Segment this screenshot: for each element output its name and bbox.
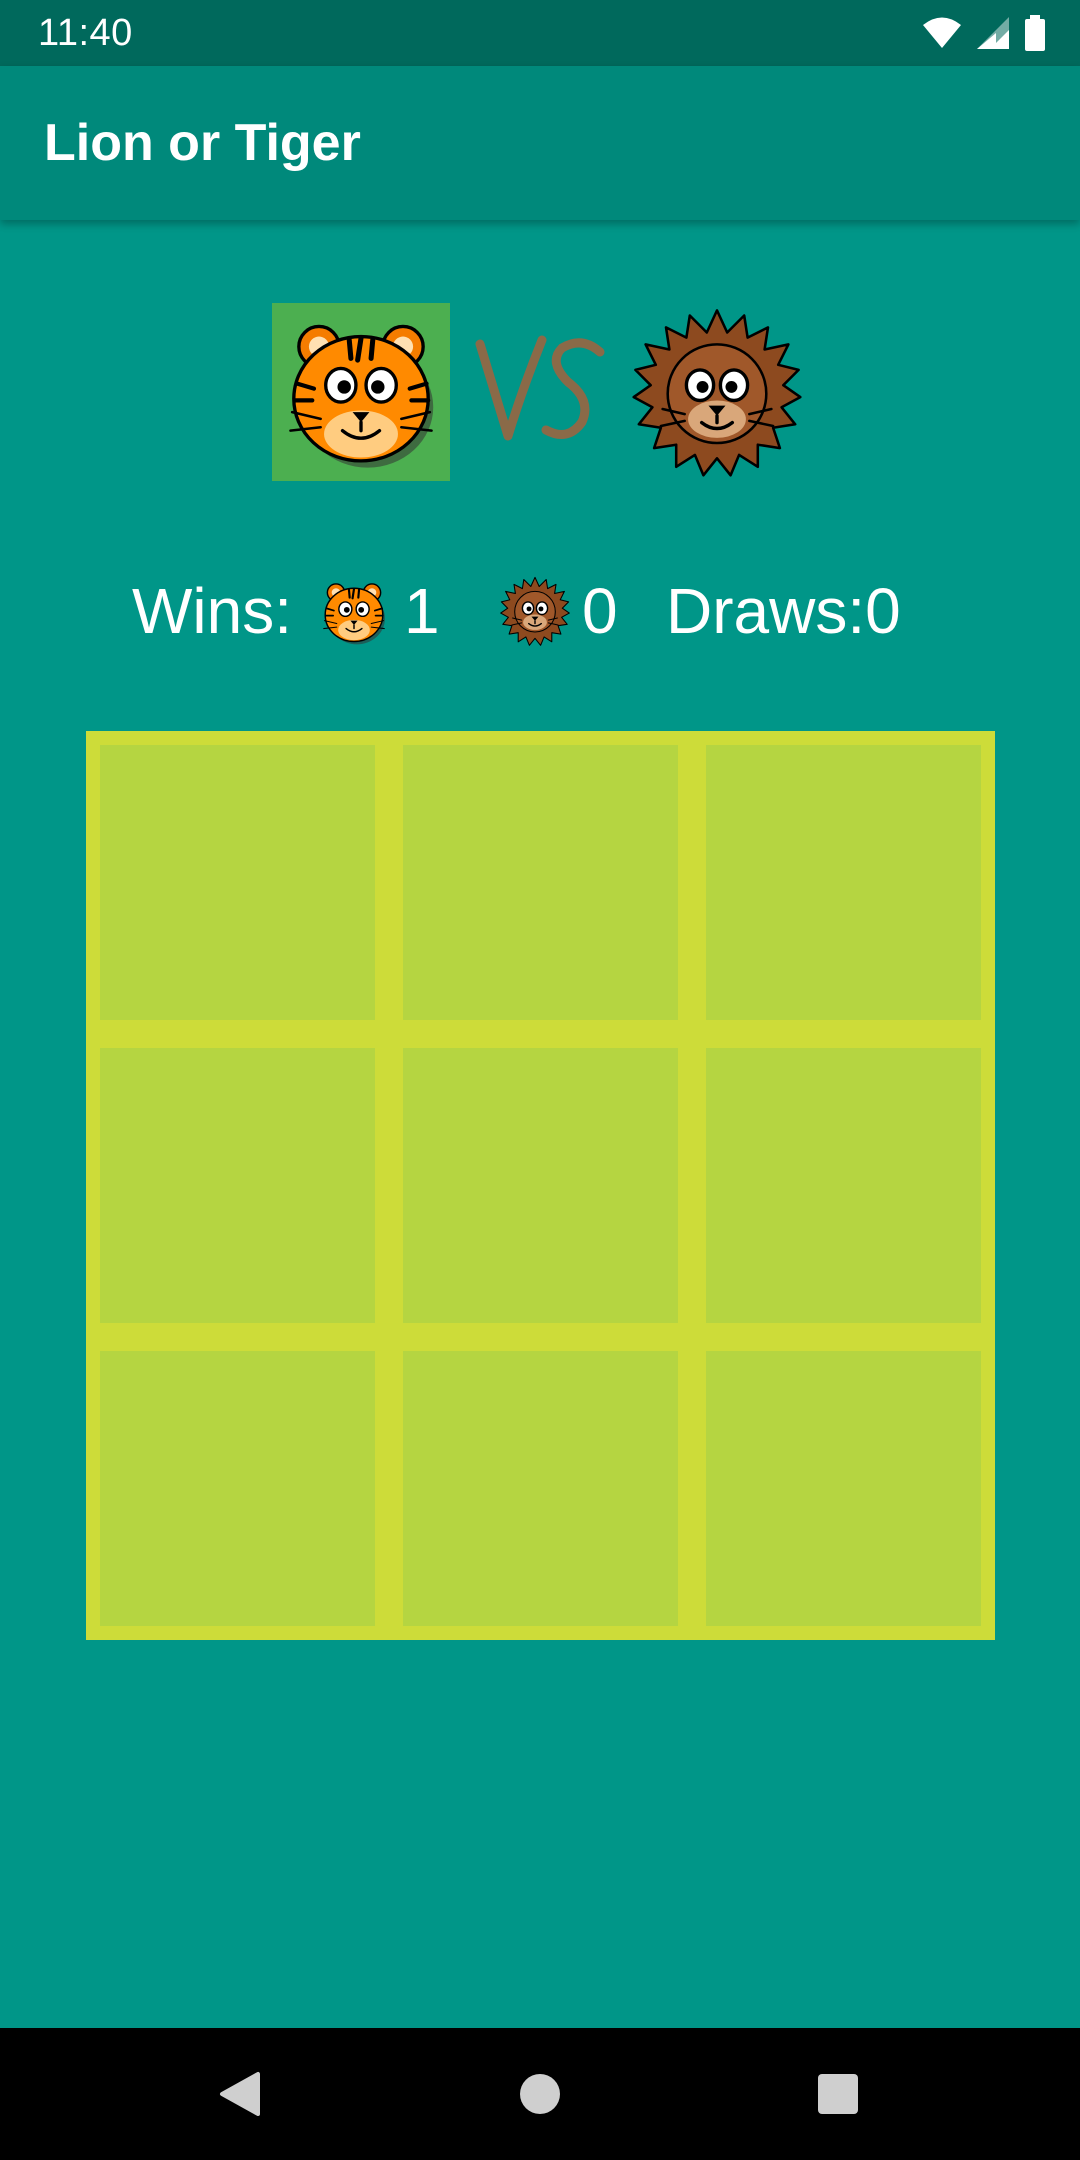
lion-face-icon[interactable] xyxy=(632,307,802,477)
board-cell-6[interactable] xyxy=(706,1048,981,1323)
board-cell-4[interactable] xyxy=(100,1048,375,1323)
nav-bar xyxy=(0,2028,1080,2160)
board-cell-9[interactable] xyxy=(706,1351,981,1626)
lion-wins-count: 0 xyxy=(582,575,618,647)
battery-icon xyxy=(1024,15,1046,51)
board-cell-7[interactable] xyxy=(100,1351,375,1626)
status-bar: 11:40 xyxy=(0,0,1080,66)
board-cell-8[interactable] xyxy=(403,1351,678,1626)
scoreboard: Wins: 1 0 Draws:0 xyxy=(0,568,1080,654)
app-title: Lion or Tiger xyxy=(44,114,361,172)
lion-score-icon xyxy=(500,576,570,646)
cell-signal-icon xyxy=(976,16,1010,50)
tiger-face-icon xyxy=(272,303,450,481)
home-icon xyxy=(520,2074,560,2114)
players-row xyxy=(0,300,1080,484)
recents-button[interactable] xyxy=(778,2028,898,2160)
app-bar: Lion or Tiger xyxy=(0,66,1080,220)
vs-icon xyxy=(475,335,605,441)
tiger-wins-count: 1 xyxy=(404,575,440,647)
back-button[interactable] xyxy=(180,2028,300,2160)
board-cell-1[interactable] xyxy=(100,745,375,1020)
status-time: 11:40 xyxy=(38,12,133,54)
back-icon xyxy=(220,2072,260,2116)
recents-icon xyxy=(818,2074,858,2114)
wifi-icon xyxy=(922,16,962,50)
game-board xyxy=(86,731,995,1640)
draws-count: Draws:0 xyxy=(666,575,901,647)
home-button[interactable] xyxy=(480,2028,600,2160)
board-cell-5[interactable] xyxy=(403,1048,678,1323)
status-icons xyxy=(922,14,1046,52)
player-tiger-active[interactable] xyxy=(272,303,450,481)
board-cell-3[interactable] xyxy=(706,745,981,1020)
tiger-score-icon xyxy=(322,582,387,646)
wins-label: Wins: xyxy=(132,575,292,647)
board-cell-2[interactable] xyxy=(403,745,678,1020)
